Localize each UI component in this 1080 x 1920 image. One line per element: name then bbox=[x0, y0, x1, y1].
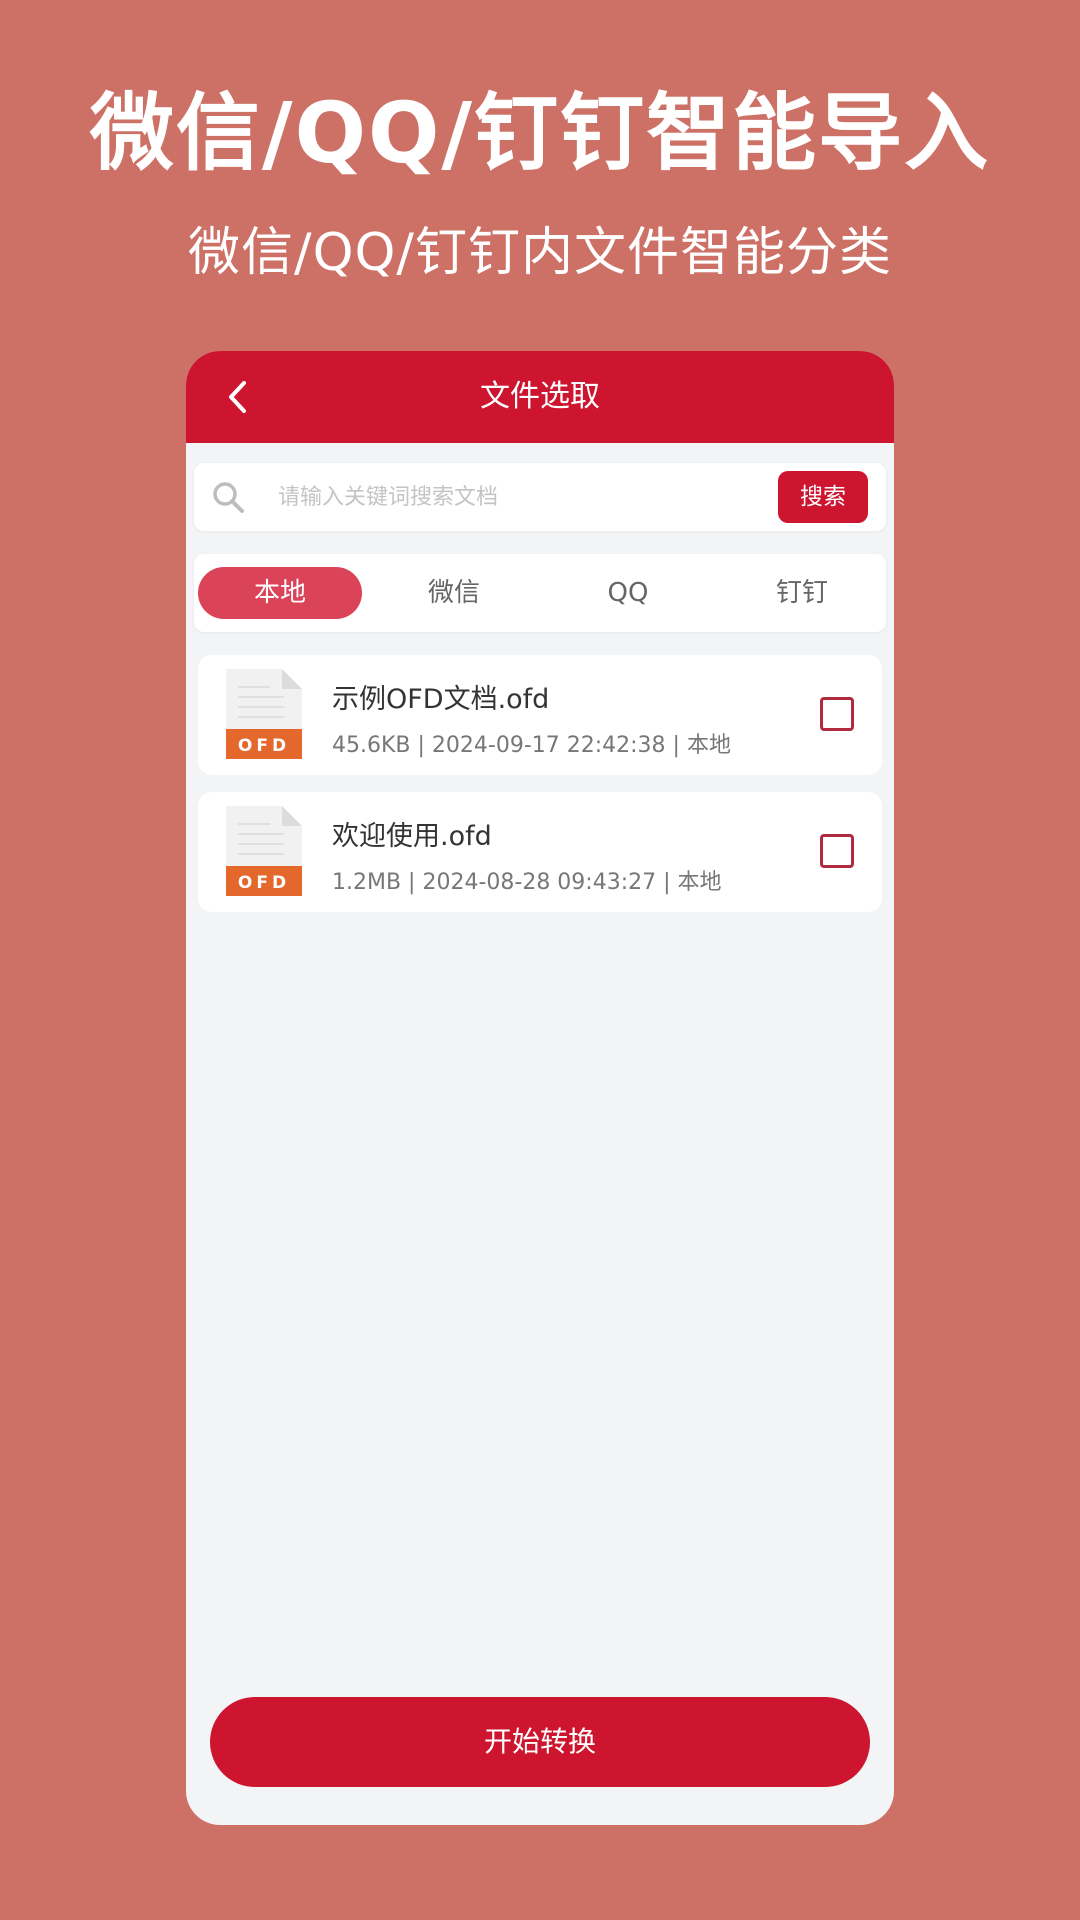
search-icon bbox=[213, 482, 244, 513]
file-badge: OFD bbox=[238, 736, 290, 756]
page-title: 文件选取 bbox=[480, 379, 600, 414]
app-header: 文件选取 bbox=[186, 351, 894, 443]
ofd-file-icon: OFD bbox=[226, 806, 302, 896]
promo-subtitle: 微信/QQ/钉钉内文件智能分类 bbox=[188, 223, 892, 283]
promo-title: 微信/QQ/钉钉智能导入 bbox=[89, 84, 991, 182]
tab-qq[interactable]: QQ bbox=[546, 567, 710, 619]
search-button[interactable]: 搜索 bbox=[778, 471, 868, 523]
search-input[interactable] bbox=[278, 463, 738, 531]
search-bar: 搜索 bbox=[194, 463, 886, 531]
file-name: 欢迎使用.ofd bbox=[332, 821, 492, 852]
file-item[interactable]: OFD 示例OFD文档.ofd 45.6KB | 2024-09-17 22:4… bbox=[198, 655, 882, 775]
file-name: 示例OFD文档.ofd bbox=[332, 684, 550, 715]
tab-wechat[interactable]: 微信 bbox=[374, 567, 534, 619]
source-tab-bar: 本地 微信 QQ 钉钉 bbox=[194, 554, 886, 632]
phone-screen: 文件选取 搜索 本地 微信 QQ 钉钉 OFD 示例OFD文档.ofd 45.6… bbox=[186, 351, 894, 1825]
ofd-file-icon: OFD bbox=[226, 669, 302, 759]
tab-dingtalk[interactable]: 钉钉 bbox=[720, 567, 884, 619]
file-badge: OFD bbox=[238, 873, 290, 893]
file-checkbox[interactable] bbox=[820, 697, 854, 731]
start-convert-button[interactable]: 开始转换 bbox=[210, 1697, 870, 1787]
file-meta: 45.6KB | 2024-09-17 22:42:38 | 本地 bbox=[332, 733, 731, 758]
file-checkbox[interactable] bbox=[820, 834, 854, 868]
tab-local[interactable]: 本地 bbox=[198, 567, 362, 619]
file-item[interactable]: OFD 欢迎使用.ofd 1.2MB | 2024-08-28 09:43:27… bbox=[198, 792, 882, 912]
file-meta: 1.2MB | 2024-08-28 09:43:27 | 本地 bbox=[332, 870, 722, 895]
